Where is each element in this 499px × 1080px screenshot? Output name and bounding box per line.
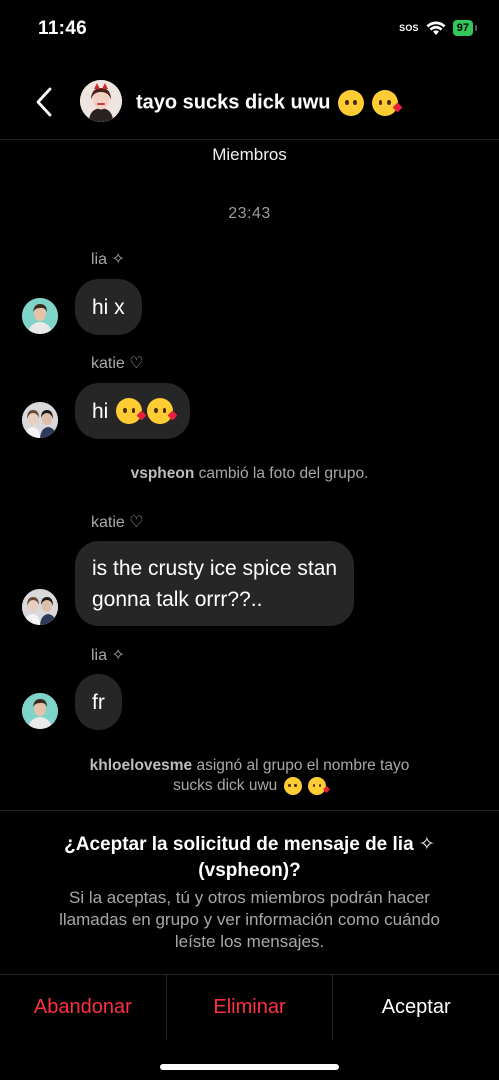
request-title-line1: ¿Aceptar la solicitud de mensaje de lia … <box>64 834 435 855</box>
chevron-left-icon <box>36 87 52 117</box>
sender-name: lia ✧ <box>91 647 125 664</box>
face-blowing-kiss-icon <box>307 776 330 795</box>
delete-button[interactable]: Eliminar <box>165 975 333 1040</box>
message-text: hi x <box>92 295 125 319</box>
request-title: ¿Aceptar la solicitud de mensaje de lia … <box>20 832 479 884</box>
avatar-image <box>22 693 58 729</box>
system-message-user[interactable]: vspheon <box>131 465 195 482</box>
system-message-text: asignó al grupo el nombre tayo <box>192 757 410 774</box>
group-avatar-image <box>80 80 122 122</box>
message-bubble[interactable]: is the crusty ice spice stan gonna talk … <box>75 541 355 626</box>
header-divider <box>0 139 499 140</box>
avatar-image <box>22 298 58 334</box>
system-message-line2: sucks dick uwu <box>0 776 499 796</box>
request-body-line1: Si la aceptas, tú y otros miembros podrá… <box>69 888 430 907</box>
status-bar: 11:46 SOS 97 <box>0 0 499 60</box>
request-description: Si la aceptas, tú y otros miembros podrá… <box>20 887 479 953</box>
request-title-line2: (vspheon)? <box>198 860 301 881</box>
message-bubble[interactable]: hi x <box>75 279 142 335</box>
request-divider <box>0 810 499 811</box>
group-avatar[interactable] <box>80 80 122 122</box>
face-blowing-kiss-icon <box>147 398 178 424</box>
message-timestamp: 23:43 <box>228 205 271 222</box>
sender-name: katie ♡ <box>91 514 144 531</box>
wifi-icon <box>426 20 446 35</box>
avatar-image <box>22 589 58 625</box>
message-text: fr <box>92 690 105 714</box>
leave-button[interactable]: Abandonar <box>0 975 166 1040</box>
avatar[interactable] <box>22 298 58 334</box>
pleading-face-icon <box>283 776 302 795</box>
back-button[interactable] <box>26 84 62 120</box>
system-message-line1: khloelovesme asignó al grupo el nombre t… <box>0 756 499 776</box>
system-message-text: sucks dick uwu <box>173 777 278 794</box>
request-body-line2: llamadas en grupo y ver información como… <box>59 910 440 929</box>
sos-label: SOS <box>399 23 419 33</box>
battery-cap <box>475 25 477 31</box>
home-indicator[interactable] <box>160 1064 339 1070</box>
request-actions: Abandonar Eliminar Aceptar <box>0 974 499 1040</box>
system-message-photo-change: vspheon cambió la foto del grupo. <box>0 464 499 484</box>
status-indicators: SOS 97 <box>399 20 477 36</box>
chat-title-text: tayo sucks dick uwu <box>136 91 331 114</box>
message-bubble[interactable]: fr <box>75 674 122 730</box>
message-bubble[interactable]: hi <box>75 383 191 439</box>
battery-indicator: 97 <box>452 20 473 36</box>
message-text-line2: gonna talk orrr??.. <box>92 587 263 611</box>
message-text: hi <box>92 399 109 423</box>
system-message-text: cambió la foto del grupo. <box>194 465 369 482</box>
avatar[interactable] <box>22 589 58 625</box>
chat-header: tayo sucks dick uwu <box>0 70 499 136</box>
system-message-user[interactable]: khloelovesme <box>90 757 193 774</box>
request-body-line3: leíste los mensajes. <box>174 932 325 951</box>
sender-name: katie ♡ <box>91 355 144 372</box>
avatar[interactable] <box>22 693 58 729</box>
system-message-rename: khloelovesme asignó al grupo el nombre t… <box>0 756 499 796</box>
status-time: 11:46 <box>38 18 88 39</box>
avatar[interactable] <box>22 402 58 438</box>
accept-button[interactable]: Aceptar <box>332 975 499 1040</box>
chat-title[interactable]: tayo sucks dick uwu <box>136 90 403 116</box>
face-blowing-kiss-icon <box>371 90 403 116</box>
message-text-line1: is the crusty ice spice stan <box>92 556 338 580</box>
face-blowing-kiss-icon <box>116 398 147 424</box>
sender-name: lia ✧ <box>91 251 125 268</box>
members-link[interactable]: Miembros <box>0 145 499 165</box>
avatar-image <box>22 402 58 438</box>
pleading-face-icon <box>338 90 365 116</box>
